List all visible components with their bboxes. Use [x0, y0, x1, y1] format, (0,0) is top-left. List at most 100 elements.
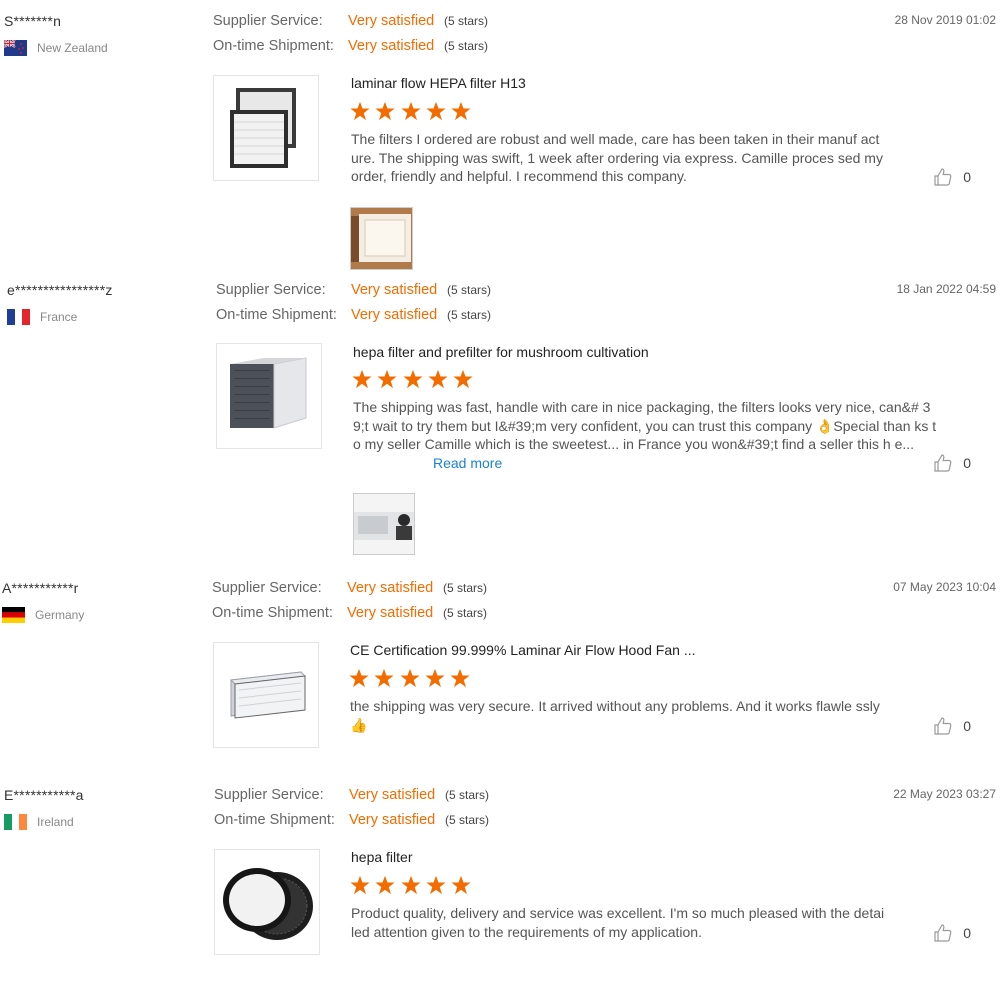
supplier-service-rating: Supplier Service: Very satisfied (5 star… — [213, 11, 488, 31]
star-icon — [426, 101, 446, 121]
star-icon — [451, 875, 471, 895]
france-flag-icon — [7, 309, 30, 325]
supplier-service-value: Very satisfied — [347, 580, 434, 596]
shipment-label: On-time Shipment: — [213, 38, 334, 54]
supplier-service-label: Supplier Service: — [213, 13, 323, 29]
round-filter-image — [223, 868, 313, 940]
supplier-service-label: Supplier Service: — [212, 580, 322, 596]
star-icon — [377, 369, 397, 389]
buyer-country: New Zealand — [4, 40, 108, 56]
review-date: 28 Nov 2019 01:02 — [894, 13, 996, 27]
star-icon — [350, 101, 370, 121]
product-title[interactable]: hepa filter and prefilter for mushroom c… — [353, 344, 649, 360]
shipment-label: On-time Shipment: — [214, 812, 335, 828]
review-text: The filters I ordered are robust and wel… — [351, 131, 883, 184]
shipment-rating: On-time Shipment: Very satisfied (5 star… — [214, 810, 489, 830]
like-button[interactable]: 0 — [933, 453, 971, 473]
shipment-stars: (5 stars) — [445, 813, 490, 827]
star-icon — [425, 668, 445, 688]
buyer-name: E***********a — [4, 787, 84, 803]
country-name: New Zealand — [37, 41, 108, 55]
like-button[interactable]: 0 — [933, 923, 971, 943]
buyer-country: Germany — [2, 607, 84, 623]
star-icon — [401, 101, 421, 121]
supplier-service-value: Very satisfied — [349, 787, 436, 803]
thumbs-up-icon — [934, 717, 952, 735]
star-rating — [350, 101, 476, 121]
buyer-name: S*******n — [4, 13, 62, 29]
star-icon — [400, 668, 420, 688]
shipment-stars: (5 stars) — [447, 308, 492, 322]
buyer-country: Ireland — [4, 814, 74, 830]
thumbs-up-icon — [934, 454, 952, 472]
review-date: 18 Jan 2022 04:59 — [896, 282, 996, 296]
shipment-stars: (5 stars) — [443, 606, 488, 620]
star-rating — [350, 875, 476, 895]
new-zealand-flag-icon — [4, 40, 27, 56]
supplier-service-label: Supplier Service: — [214, 787, 324, 803]
shipment-rating: On-time Shipment: Very satisfied (5 star… — [216, 305, 491, 325]
review-photo[interactable] — [350, 207, 413, 270]
supplier-service-rating: Supplier Service: Very satisfied (5 star… — [212, 578, 487, 598]
star-icon — [352, 369, 372, 389]
product-title[interactable]: laminar flow HEPA filter H13 — [351, 75, 526, 91]
star-icon — [451, 101, 471, 121]
buyer-name: A***********r — [2, 580, 79, 596]
ireland-flag-icon — [4, 814, 27, 830]
country-name: Germany — [35, 608, 85, 622]
shipment-rating: On-time Shipment: Very satisfied (5 star… — [212, 603, 487, 623]
star-icon — [350, 875, 370, 895]
review-item: A***********r Germany Supplier Service: … — [0, 576, 1000, 776]
shipment-value: Very satisfied — [348, 38, 435, 54]
review-photo-image — [354, 494, 414, 554]
like-button[interactable]: 0 — [933, 716, 971, 736]
star-icon — [349, 668, 369, 688]
like-count: 0 — [963, 925, 971, 941]
laminar-hood-image — [229, 671, 307, 719]
product-thumbnail[interactable] — [214, 849, 320, 955]
star-icon — [374, 668, 394, 688]
filter-box-image — [230, 357, 307, 429]
review-date: 07 May 2023 10:04 — [893, 580, 996, 594]
shipment-rating: On-time Shipment: Very satisfied (5 star… — [213, 36, 488, 56]
product-thumbnail[interactable] — [213, 75, 319, 181]
star-icon — [426, 875, 446, 895]
review-photo[interactable] — [353, 493, 415, 555]
star-icon — [453, 369, 473, 389]
country-name: France — [40, 310, 78, 324]
shipment-stars: (5 stars) — [444, 39, 489, 53]
supplier-service-stars: (5 stars) — [445, 788, 490, 802]
germany-flag-icon — [2, 607, 25, 623]
like-count: 0 — [963, 169, 971, 185]
review-item: S*******n New Zealand Supplier Service: … — [0, 9, 1000, 274]
supplier-service-rating: Supplier Service: Very satisfied (5 star… — [214, 785, 489, 805]
supplier-service-value: Very satisfied — [348, 13, 435, 29]
like-button[interactable]: 0 — [933, 167, 971, 187]
product-title[interactable]: CE Certification 99.999% Laminar Air Flo… — [350, 642, 696, 658]
star-icon — [375, 101, 395, 121]
buyer-country: France — [7, 309, 77, 325]
star-icon — [450, 668, 470, 688]
supplier-service-rating: Supplier Service: Very satisfied (5 star… — [216, 280, 491, 300]
product-title[interactable]: hepa filter — [351, 849, 412, 865]
product-thumbnail[interactable] — [216, 343, 322, 449]
review-text-body: The shipping was fast, handle with care … — [353, 399, 937, 452]
thumbs-up-icon — [934, 924, 952, 942]
shipment-label: On-time Shipment: — [216, 307, 337, 323]
like-count: 0 — [963, 455, 971, 471]
review-item: E***********a Ireland Supplier Service: … — [0, 783, 1000, 993]
review-text: the shipping was very secure. It arrived… — [350, 698, 880, 733]
review-date: 22 May 2023 03:27 — [893, 787, 996, 801]
supplier-service-stars: (5 stars) — [443, 581, 488, 595]
shipment-label: On-time Shipment: — [212, 605, 333, 621]
thumbs-up-icon — [934, 168, 952, 186]
supplier-service-stars: (5 stars) — [447, 283, 492, 297]
supplier-service-stars: (5 stars) — [444, 14, 489, 28]
star-icon — [428, 369, 448, 389]
country-name: Ireland — [37, 815, 74, 829]
read-more-link[interactable]: Read more — [433, 455, 502, 471]
shipment-value: Very satisfied — [351, 307, 438, 323]
hepa-filter-image — [230, 87, 296, 168]
product-thumbnail[interactable] — [213, 642, 319, 748]
review-item: e****************z France Supplier Servi… — [0, 278, 1000, 563]
